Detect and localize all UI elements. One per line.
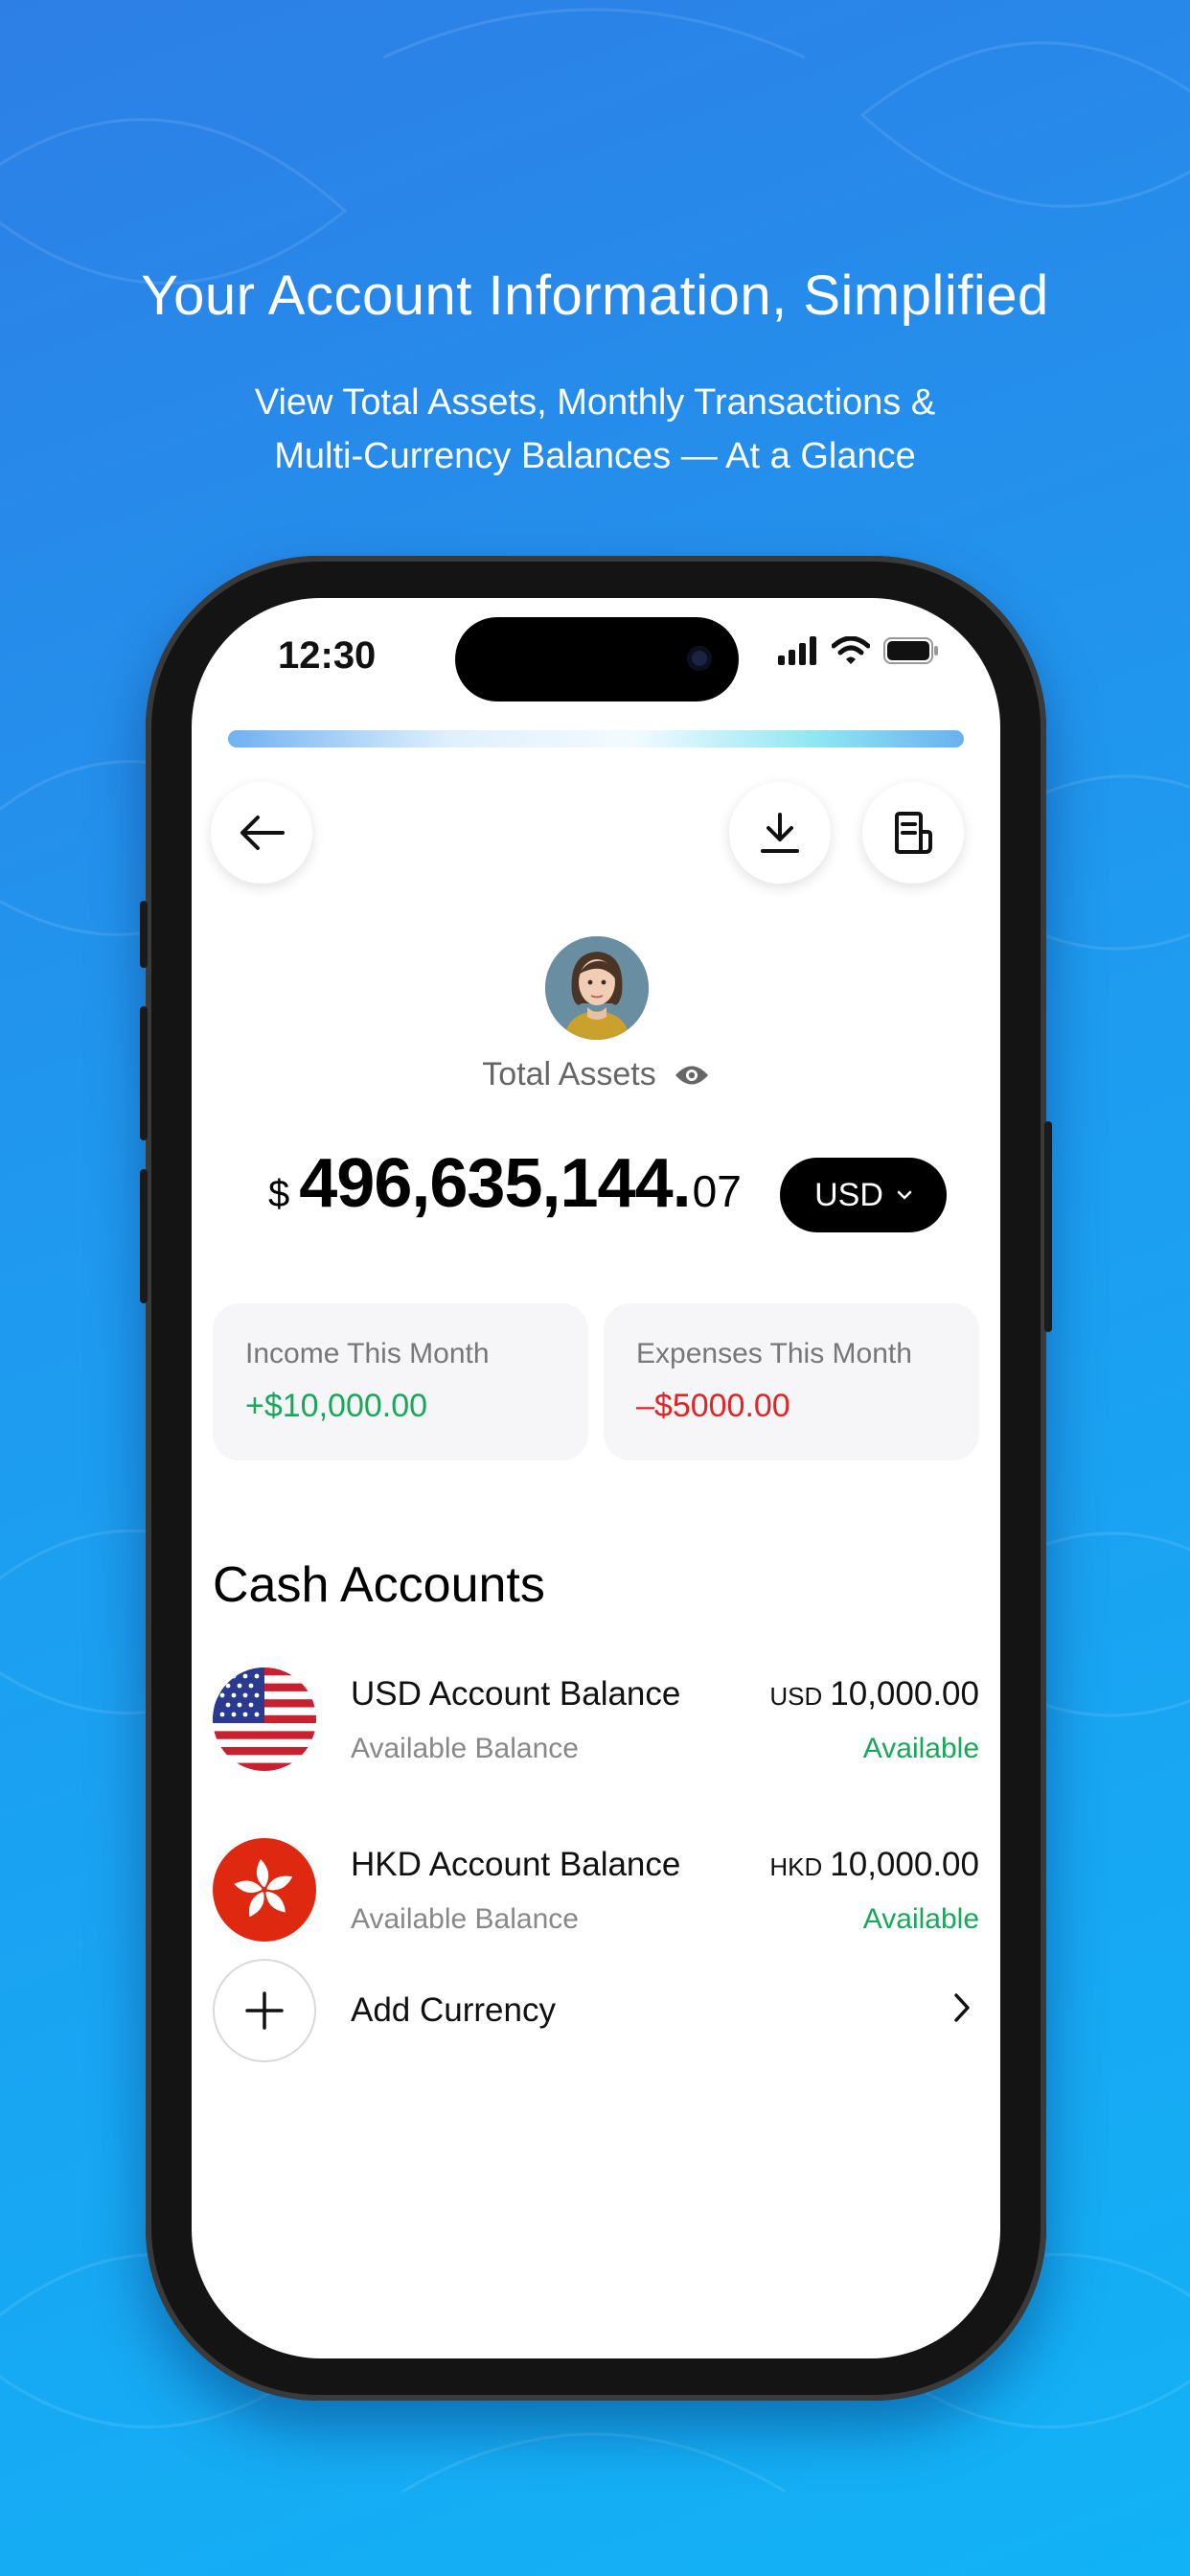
expenses-card: Expenses This Month –$5000.00 (604, 1303, 979, 1460)
plus-icon (245, 1991, 284, 2030)
income-value: +$10,000.00 (245, 1388, 428, 1424)
cash-accounts-title: Cash Accounts (213, 1557, 545, 1613)
promo-subline-line-2: Multi-Currency Balances — At a Glance (274, 436, 916, 476)
expenses-label: Expenses This Month (636, 1338, 912, 1369)
account-row-hkd[interactable]: HKD Account Balance Available Balance HK… (213, 1838, 979, 1945)
account-amount-value: 10,000.00 (830, 1675, 979, 1713)
progress-bar (228, 730, 964, 748)
avatar[interactable] (545, 936, 649, 1040)
wifi-icon (832, 636, 870, 664)
camera-lens (687, 646, 712, 671)
phone-volume-down-button (140, 1169, 148, 1303)
account-status: Available (862, 1903, 979, 1935)
statement-icon (895, 812, 932, 854)
promo-subline: View Total Assets, Monthly Transactions … (0, 376, 1190, 483)
amount-main: 496,635,144. (299, 1145, 691, 1222)
account-title: HKD Account Balance (351, 1846, 681, 1883)
signal-icon (778, 636, 816, 665)
phone-power-button (1044, 1121, 1052, 1332)
expenses-value: –$5000.00 (636, 1388, 790, 1424)
account-subtitle: Available Balance (351, 1733, 579, 1764)
account-amount: HKD 10,000.00 (769, 1846, 979, 1884)
account-row-usd[interactable]: USD Account Balance Available Balance US… (213, 1668, 979, 1775)
account-amount-value: 10,000.00 (830, 1846, 979, 1883)
currency-symbol: $ (268, 1173, 290, 1215)
download-button[interactable] (729, 782, 831, 884)
us-flag-icon (213, 1668, 316, 1771)
chevron-right-icon (954, 1993, 970, 2022)
app-screen: 12:30 Total Assets $ 496,635,144. 07 USD… (192, 598, 1000, 2358)
add-currency-row[interactable]: Add Currency (213, 1959, 979, 2062)
dynamic-island (455, 617, 739, 702)
status-time: 12:30 (278, 634, 377, 677)
arrow-left-icon (240, 816, 285, 850)
status-icons (778, 636, 939, 665)
account-status: Available (862, 1733, 979, 1764)
account-currency: HKD (769, 1852, 823, 1881)
hk-flag-icon (213, 1838, 316, 1942)
income-card: Income This Month +$10,000.00 (213, 1303, 588, 1460)
phone-side-button (140, 901, 148, 968)
add-currency-label: Add Currency (351, 1991, 556, 2029)
phone-frame: 12:30 Total Assets $ 496,635,144. 07 USD… (140, 556, 1052, 2401)
phone-volume-up-button (140, 1006, 148, 1140)
amount-decimal: 07 (692, 1166, 742, 1216)
income-label: Income This Month (245, 1338, 490, 1369)
eye-icon[interactable] (674, 1063, 710, 1088)
user-avatar-image (545, 936, 649, 1040)
currency-selector-label: USD (814, 1176, 883, 1213)
account-title: USD Account Balance (351, 1675, 681, 1713)
account-currency: USD (769, 1682, 823, 1711)
download-icon (761, 813, 799, 853)
total-assets-label-row: Total Assets (192, 1056, 1000, 1093)
total-assets-label: Total Assets (482, 1056, 656, 1092)
account-amount: USD 10,000.00 (769, 1675, 979, 1714)
account-subtitle: Available Balance (351, 1903, 579, 1935)
promo-headline: Your Account Information, Simplified (141, 264, 1049, 327)
currency-selector[interactable]: USD (780, 1158, 947, 1232)
total-assets-amount: $ 496,635,144. 07 (268, 1144, 742, 1223)
add-currency-button[interactable] (213, 1959, 316, 2062)
back-button[interactable] (211, 782, 312, 884)
battery-icon (883, 637, 938, 664)
promo-subline-line-1: View Total Assets, Monthly Transactions … (254, 382, 936, 423)
statement-button[interactable] (862, 782, 964, 884)
chevron-down-icon (897, 1190, 912, 1200)
